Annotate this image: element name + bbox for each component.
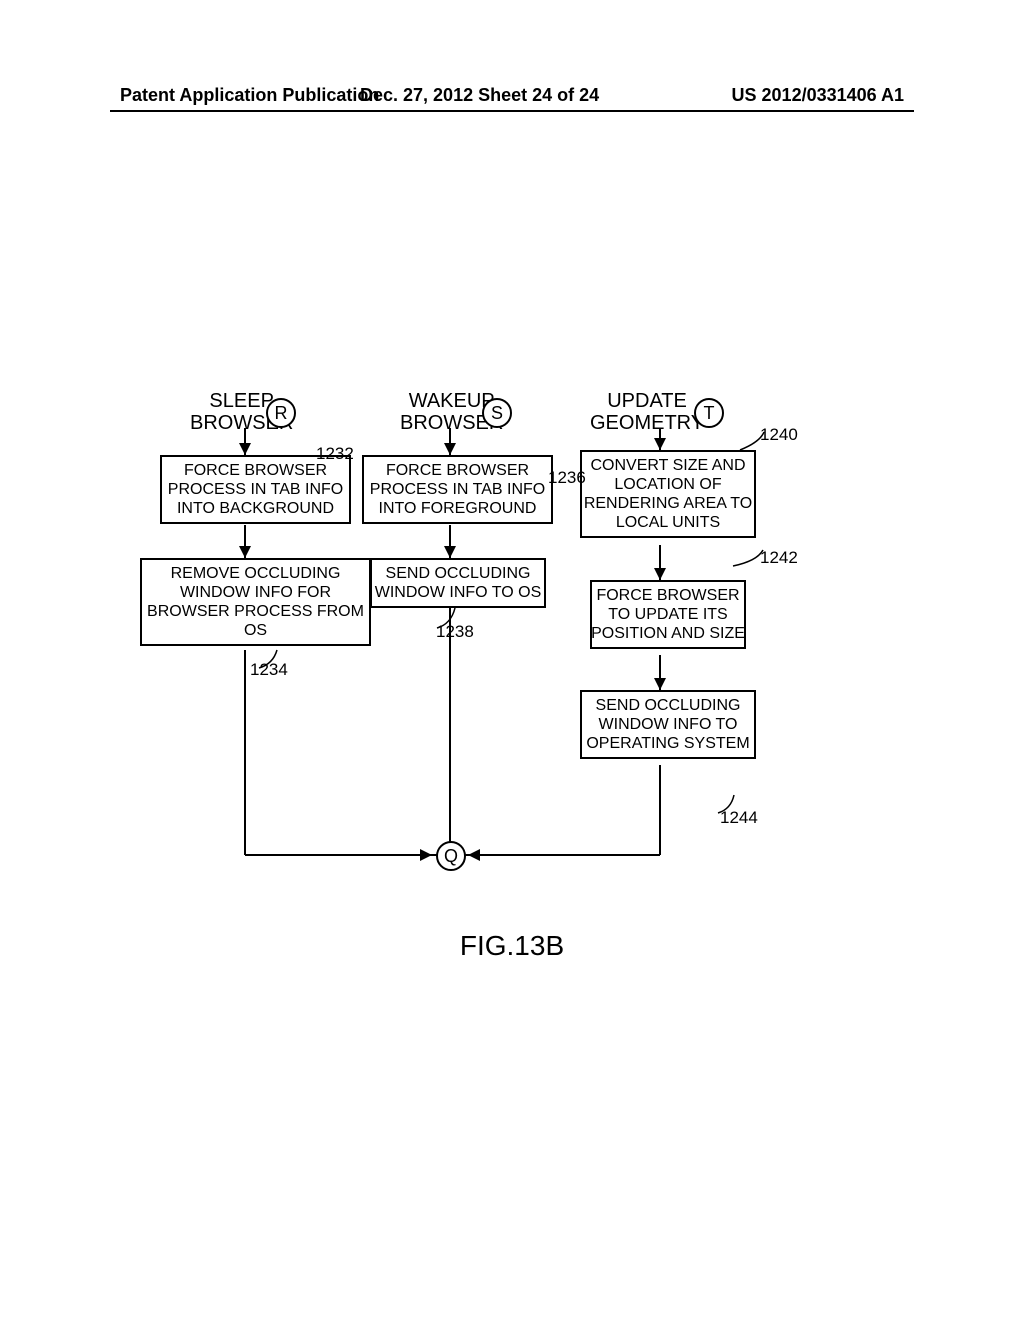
box-1238: SEND OCCLUDING WINDOW INFO TO OS: [370, 558, 546, 608]
figure-label: FIG.13B: [0, 930, 1024, 962]
ref-1242: 1242: [760, 548, 798, 568]
patent-page: Patent Application Publication Dec. 27, …: [0, 0, 1024, 1320]
connector-s: S: [482, 398, 512, 428]
ref-1238: 1238: [436, 622, 474, 642]
box-1234: REMOVE OCCLUDING WINDOW INFO FOR BROWSER…: [140, 558, 371, 646]
ref-1240: 1240: [760, 425, 798, 445]
ref-1234: 1234: [250, 660, 288, 680]
header-right: US 2012/0331406 A1: [732, 85, 904, 106]
box-1244: SEND OCCLUDING WINDOW INFO TO OPERATING …: [580, 690, 756, 759]
ref-1236: 1236: [548, 468, 586, 488]
col-update-header: UPDATE GEOMETRY: [590, 390, 704, 434]
ref-1232: 1232: [316, 444, 354, 464]
header-left: Patent Application Publication: [120, 85, 379, 106]
box-1232: FORCE BROWSER PROCESS IN TAB INFO INTO B…: [160, 455, 351, 524]
connector-q: Q: [436, 841, 466, 871]
connector-t: T: [694, 398, 724, 428]
header-rule: [110, 110, 914, 112]
connector-r: R: [266, 398, 296, 428]
box-1236: FORCE BROWSER PROCESS IN TAB INFO INTO F…: [362, 455, 553, 524]
flow-arrows: [0, 0, 1024, 1320]
ref-1244: 1244: [720, 808, 758, 828]
box-1242: FORCE BROWSER TO UPDATE ITS POSITION AND…: [590, 580, 746, 649]
box-1240: CONVERT SIZE AND LOCATION OF RENDERING A…: [580, 450, 756, 538]
header-middle: Dec. 27, 2012 Sheet 24 of 24: [360, 85, 599, 106]
